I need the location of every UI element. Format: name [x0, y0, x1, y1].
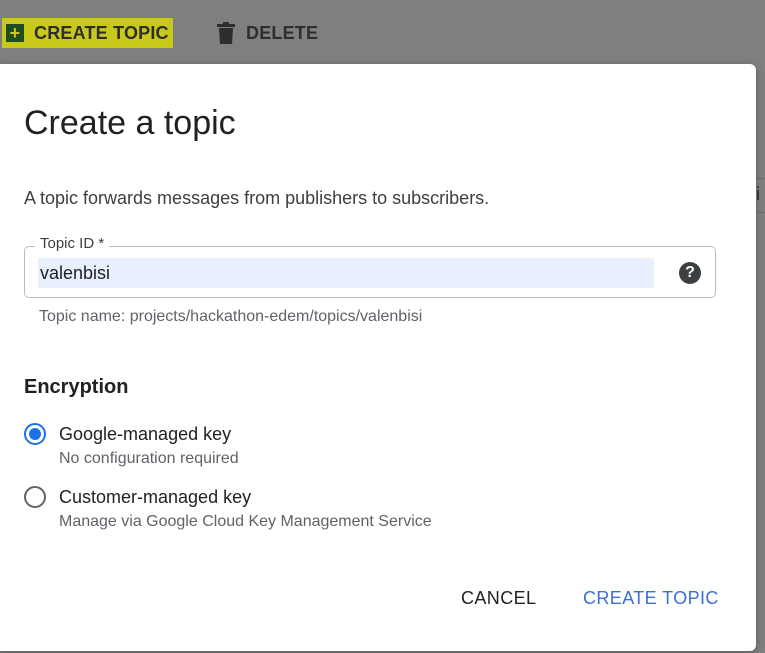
- help-icon[interactable]: ?: [679, 262, 701, 284]
- toolbar: + CREATE TOPIC DELETE: [0, 0, 765, 64]
- google-managed-key-label: Google-managed key: [59, 424, 232, 444]
- create-topic-toolbar-button[interactable]: + CREATE TOPIC: [2, 18, 173, 48]
- cancel-button[interactable]: CANCEL: [461, 588, 536, 609]
- background-divider: [756, 212, 765, 213]
- customer-managed-key-option[interactable]: Customer-managed key Manage via Google C…: [24, 485, 432, 531]
- encryption-heading: Encryption: [24, 376, 129, 398]
- topic-id-label: Topic ID *: [35, 235, 110, 252]
- topic-id-field: Topic ID * ?: [24, 235, 716, 298]
- delete-toolbar-button[interactable]: DELETE: [216, 18, 318, 48]
- delete-toolbar-label: DELETE: [246, 22, 319, 43]
- trash-icon: [217, 22, 235, 44]
- topic-name-hint: Topic name: projects/hackathon-edem/topi…: [39, 308, 423, 325]
- dialog-description: A topic forwards messages from publisher…: [24, 188, 490, 208]
- topic-id-input[interactable]: [38, 258, 654, 288]
- radio-unchecked-icon[interactable]: [24, 486, 46, 508]
- background-divider: [756, 178, 765, 179]
- dialog-title: Create a topic: [24, 104, 236, 142]
- radio-checked-icon[interactable]: [24, 423, 46, 445]
- customer-managed-key-label: Customer-managed key: [59, 487, 252, 507]
- background-partial-text: i: [756, 184, 760, 204]
- create-topic-button[interactable]: CREATE TOPIC: [583, 588, 719, 609]
- create-topic-toolbar-label: CREATE TOPIC: [34, 22, 169, 43]
- create-topic-dialog: Create a topic A topic forwards messages…: [0, 64, 756, 651]
- google-managed-key-sublabel: No configuration required: [59, 450, 239, 467]
- google-managed-key-option[interactable]: Google-managed key No configuration requ…: [24, 422, 239, 468]
- customer-managed-key-sublabel: Manage via Google Cloud Key Management S…: [59, 513, 432, 530]
- plus-icon: +: [6, 24, 24, 42]
